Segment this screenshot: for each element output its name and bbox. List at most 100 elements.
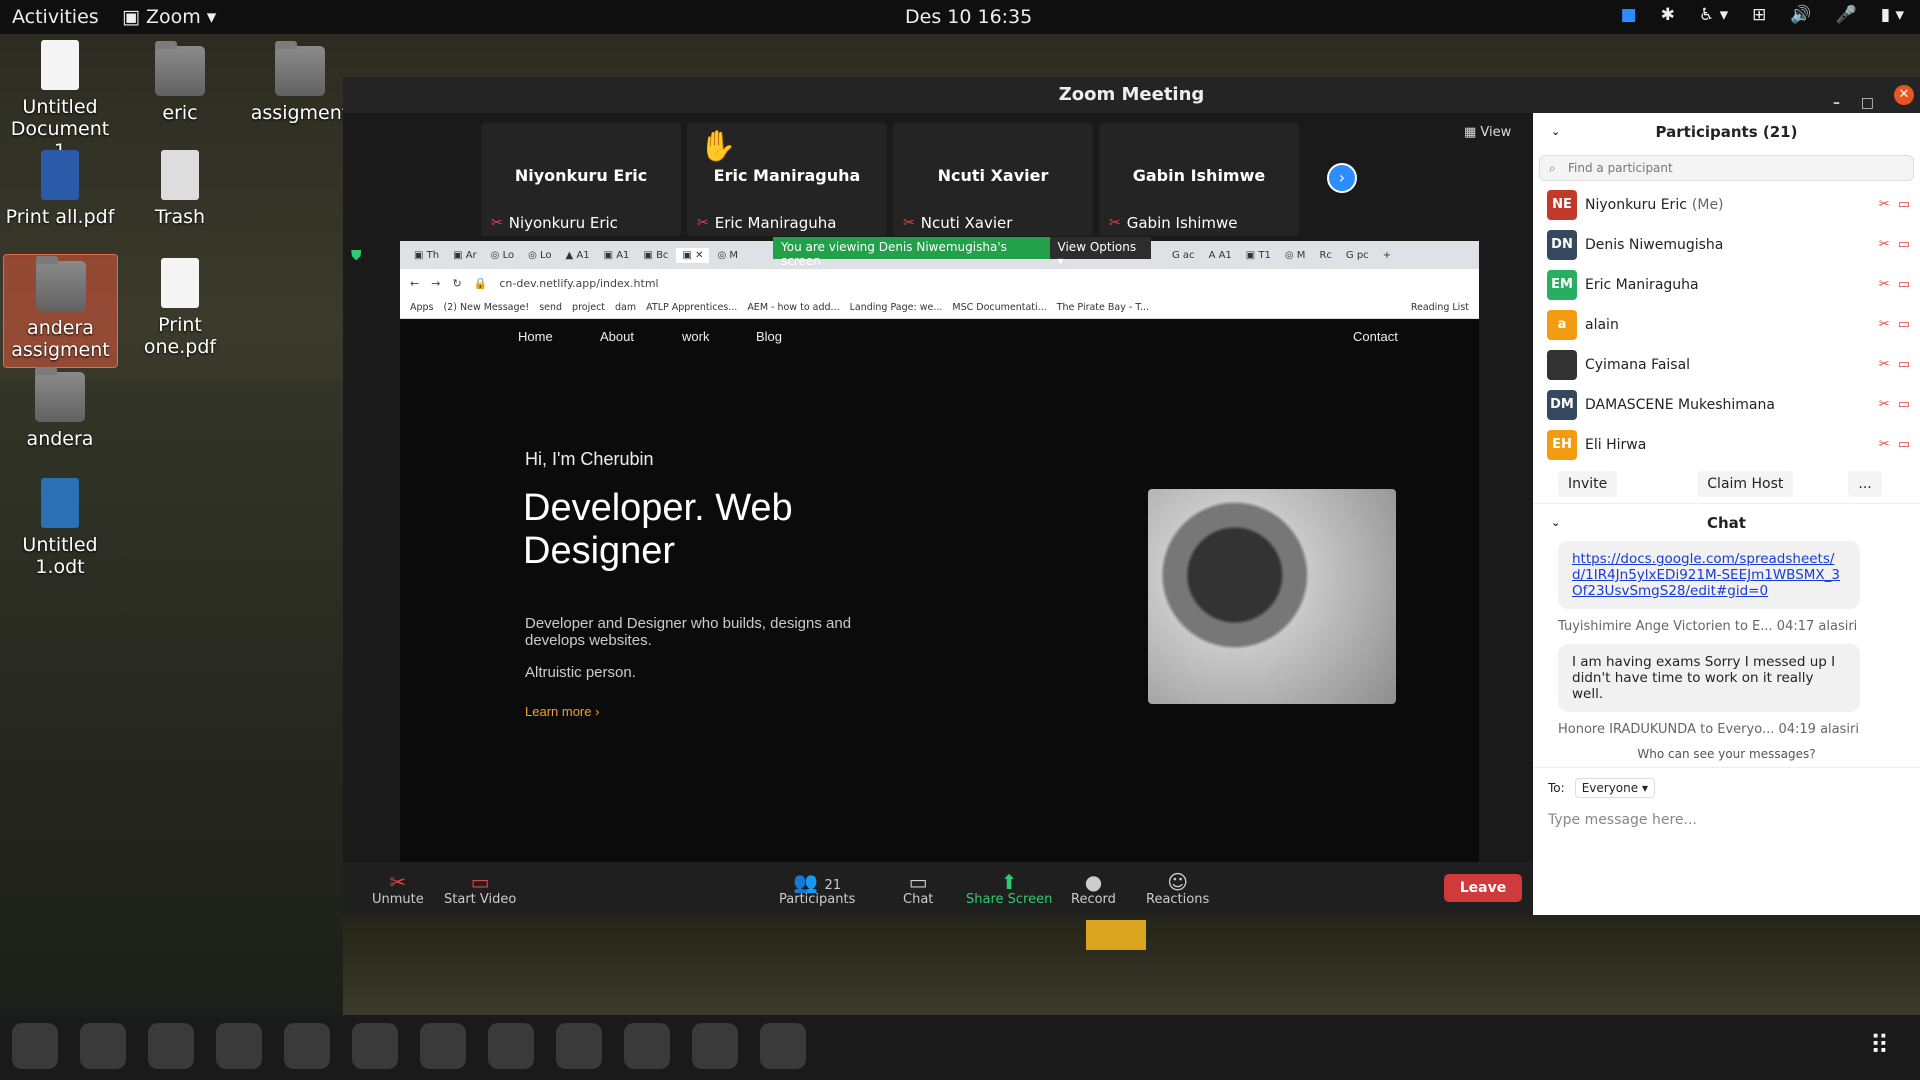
bookmark[interactable]: send bbox=[539, 302, 562, 313]
reactions-button[interactable]: ☺ Reactions bbox=[1146, 870, 1209, 907]
participant-row[interactable]: NE Niyonkuru Eric (Me) ✂ ▭ bbox=[1533, 185, 1920, 225]
app-grid-icon[interactable]: ⠿ bbox=[1870, 1031, 1889, 1061]
network-icon[interactable]: ⊞ bbox=[1752, 5, 1766, 25]
bookmark[interactable]: The Pirate Bay - T... bbox=[1057, 302, 1149, 313]
battery-icon[interactable]: ▮ ▾ bbox=[1881, 5, 1904, 25]
desktop-icon-eric[interactable]: eric bbox=[125, 41, 235, 124]
claim-host-button[interactable]: Claim Host bbox=[1697, 471, 1794, 497]
who-can-see-link[interactable]: Who can see your messages? bbox=[1533, 747, 1920, 761]
activities-button[interactable]: Activities bbox=[12, 6, 99, 28]
slack-tray-icon[interactable]: ✱ bbox=[1661, 5, 1675, 25]
window-titlebar[interactable]: Zoom Meeting – □ ✕ bbox=[343, 77, 1920, 113]
dock-sticky-icon[interactable] bbox=[624, 1023, 670, 1069]
video-tile[interactable]: Gabin Ishimwe ✂ Gabin Ishimwe bbox=[1099, 123, 1299, 236]
pdf-icon bbox=[161, 258, 199, 308]
address-bar[interactable]: ← → ↻ 🔒 cn-dev.netlify.app/index.html bbox=[400, 269, 1479, 297]
learn-more-link[interactable]: Learn more › bbox=[525, 704, 599, 719]
next-page-icon[interactable]: › bbox=[1327, 163, 1357, 193]
participant-row[interactable]: DM DAMASCENE Mukeshimana ✂ ▭ bbox=[1533, 385, 1920, 425]
video-tile[interactable]: Niyonkuru Eric ✂ Niyonkuru Eric bbox=[481, 123, 681, 236]
participant-row[interactable]: EM Eric Maniraguha ✂ ▭ bbox=[1533, 265, 1920, 305]
participants-button[interactable]: 👥 21 Participants bbox=[779, 870, 855, 907]
participant-row[interactable]: DN Denis Niwemugisha ✂ ▭ bbox=[1533, 225, 1920, 265]
participant-row[interactable]: a alain ✂ ▭ bbox=[1533, 305, 1920, 345]
url-text[interactable]: cn-dev.netlify.app/index.html bbox=[499, 277, 658, 290]
nav-blog[interactable]: Blog bbox=[756, 329, 782, 344]
desktop-icon-untitled-document[interactable]: Untitled Document 1 bbox=[5, 40, 115, 162]
chat-icon: ▭ bbox=[908, 870, 928, 894]
dock-firefox-icon[interactable] bbox=[420, 1023, 466, 1069]
invite-button[interactable]: Invite bbox=[1558, 471, 1618, 497]
leave-button[interactable]: Leave bbox=[1444, 874, 1522, 902]
desktop-icon-print-all[interactable]: Print all.pdf bbox=[5, 150, 115, 228]
dock-writer-icon[interactable] bbox=[216, 1023, 262, 1069]
dock-rhythmbox-icon[interactable] bbox=[148, 1023, 194, 1069]
desktop-icon-untitled-odt[interactable]: Untitled 1.odt bbox=[5, 478, 115, 578]
view-options-button[interactable]: View Options ▾ bbox=[1049, 237, 1151, 268]
reading-list[interactable]: Reading List bbox=[1411, 302, 1479, 313]
bookmark[interactable]: (2) New Message! bbox=[444, 302, 530, 313]
bookmark[interactable]: project bbox=[572, 302, 605, 313]
nav-about[interactable]: About bbox=[600, 329, 634, 344]
chat-input[interactable]: Type message here... bbox=[1533, 808, 1920, 832]
reload-icon[interactable]: ↻ bbox=[452, 277, 461, 290]
desktop-icon-andera-assigment[interactable]: andera assigment bbox=[3, 254, 118, 368]
chat-button[interactable]: ▭ Chat bbox=[903, 870, 933, 907]
view-button[interactable]: ▦ View bbox=[1464, 125, 1511, 140]
clock[interactable]: Des 10 16:35 bbox=[905, 6, 1032, 28]
share-screen-button[interactable]: ⬆ Share Screen bbox=[966, 870, 1052, 907]
app-menu[interactable]: ▣ Zoom ▾ bbox=[122, 6, 216, 28]
document-icon bbox=[41, 40, 79, 90]
mic-off-icon: ✂ bbox=[903, 215, 915, 231]
volume-icon[interactable]: 🔊 bbox=[1790, 5, 1811, 25]
participant-search[interactable]: ⌕ Find a participant bbox=[1539, 155, 1914, 181]
video-tile[interactable]: Ncuti Xavier ✂ Ncuti Xavier bbox=[893, 123, 1093, 236]
bookmark[interactable]: ATLP Apprentices... bbox=[646, 302, 737, 313]
bookmark[interactable]: MSC Documentati... bbox=[952, 302, 1046, 313]
bookmark[interactable]: Apps bbox=[410, 302, 434, 313]
record-button[interactable]: ● Record bbox=[1071, 870, 1116, 907]
participant-name: DAMASCENE Mukeshimana bbox=[1585, 397, 1775, 413]
participant-row[interactable]: EH Eli Hirwa ✂ ▭ bbox=[1533, 425, 1920, 465]
icon-label: andera assigment bbox=[11, 317, 110, 361]
desktop-icon-assigment[interactable]: assigment bbox=[245, 41, 355, 124]
dock-slack-icon[interactable] bbox=[692, 1023, 738, 1069]
video-off-icon: ▭ bbox=[1897, 277, 1910, 292]
dock-zoom-icon[interactable] bbox=[760, 1023, 806, 1069]
close-icon[interactable]: ✕ bbox=[1894, 85, 1914, 105]
nav-work[interactable]: work bbox=[682, 329, 709, 344]
participant-row[interactable]: Cyimana Faisal ✂ ▭ bbox=[1533, 345, 1920, 385]
bookmark[interactable]: dam bbox=[615, 302, 636, 313]
collapse-icon[interactable]: ⌄ bbox=[1551, 504, 1560, 542]
video-tile[interactable]: ✋ Eric Maniraguha ✂ Eric Maniraguha bbox=[687, 123, 887, 236]
accessibility-icon[interactable]: ♿ ▾ bbox=[1699, 5, 1728, 25]
unmute-button[interactable]: ✂ Unmute bbox=[372, 870, 424, 907]
chat-link[interactable]: https://docs.google.com/spreadsheets/d/1… bbox=[1558, 541, 1860, 609]
dock-thunderbird-icon[interactable] bbox=[12, 1023, 58, 1069]
start-video-button[interactable]: ▭ Start Video bbox=[444, 870, 516, 907]
tile-name: Niyonkuru Eric bbox=[514, 166, 648, 185]
video-off-icon: ▭ bbox=[1897, 237, 1910, 252]
screen-share-banner: You are viewing Denis Niwemugisha's scre… bbox=[773, 237, 1151, 268]
dock-software-icon[interactable] bbox=[284, 1023, 330, 1069]
desktop-icon-andera[interactable]: andera bbox=[5, 367, 115, 450]
dock-chrome-icon[interactable] bbox=[556, 1023, 602, 1069]
dock-files-icon[interactable] bbox=[80, 1023, 126, 1069]
mic-icon[interactable]: 🎤 bbox=[1836, 5, 1857, 25]
bookmarks-bar[interactable]: Apps (2) New Message! send project dam ATLP A… bbox=[400, 297, 1479, 319]
desktop-icon-trash[interactable]: Trash bbox=[125, 150, 235, 228]
collapse-icon[interactable]: ⌄ bbox=[1551, 113, 1560, 151]
dock-vscode-icon[interactable] bbox=[488, 1023, 534, 1069]
back-icon[interactable]: ← bbox=[410, 277, 419, 290]
system-tray[interactable]: ■ ✱ ♿ ▾ ⊞ 🔊 🎤 ▮ ▾ bbox=[1621, 5, 1904, 25]
zoom-tray-icon[interactable]: ■ bbox=[1621, 5, 1637, 25]
nav-contact[interactable]: Contact bbox=[1353, 329, 1398, 344]
bookmark[interactable]: AEM - how to add... bbox=[747, 302, 839, 313]
nav-home[interactable]: Home bbox=[518, 329, 553, 344]
bookmark[interactable]: Landing Page: we... bbox=[850, 302, 943, 313]
dock-help-icon[interactable] bbox=[352, 1023, 398, 1069]
desktop-icon-print-one[interactable]: Print one.pdf bbox=[125, 258, 235, 358]
more-button[interactable]: ... bbox=[1848, 471, 1882, 497]
forward-icon[interactable]: → bbox=[431, 277, 440, 290]
recipient-select[interactable]: Everyone ▾ bbox=[1574, 778, 1655, 798]
